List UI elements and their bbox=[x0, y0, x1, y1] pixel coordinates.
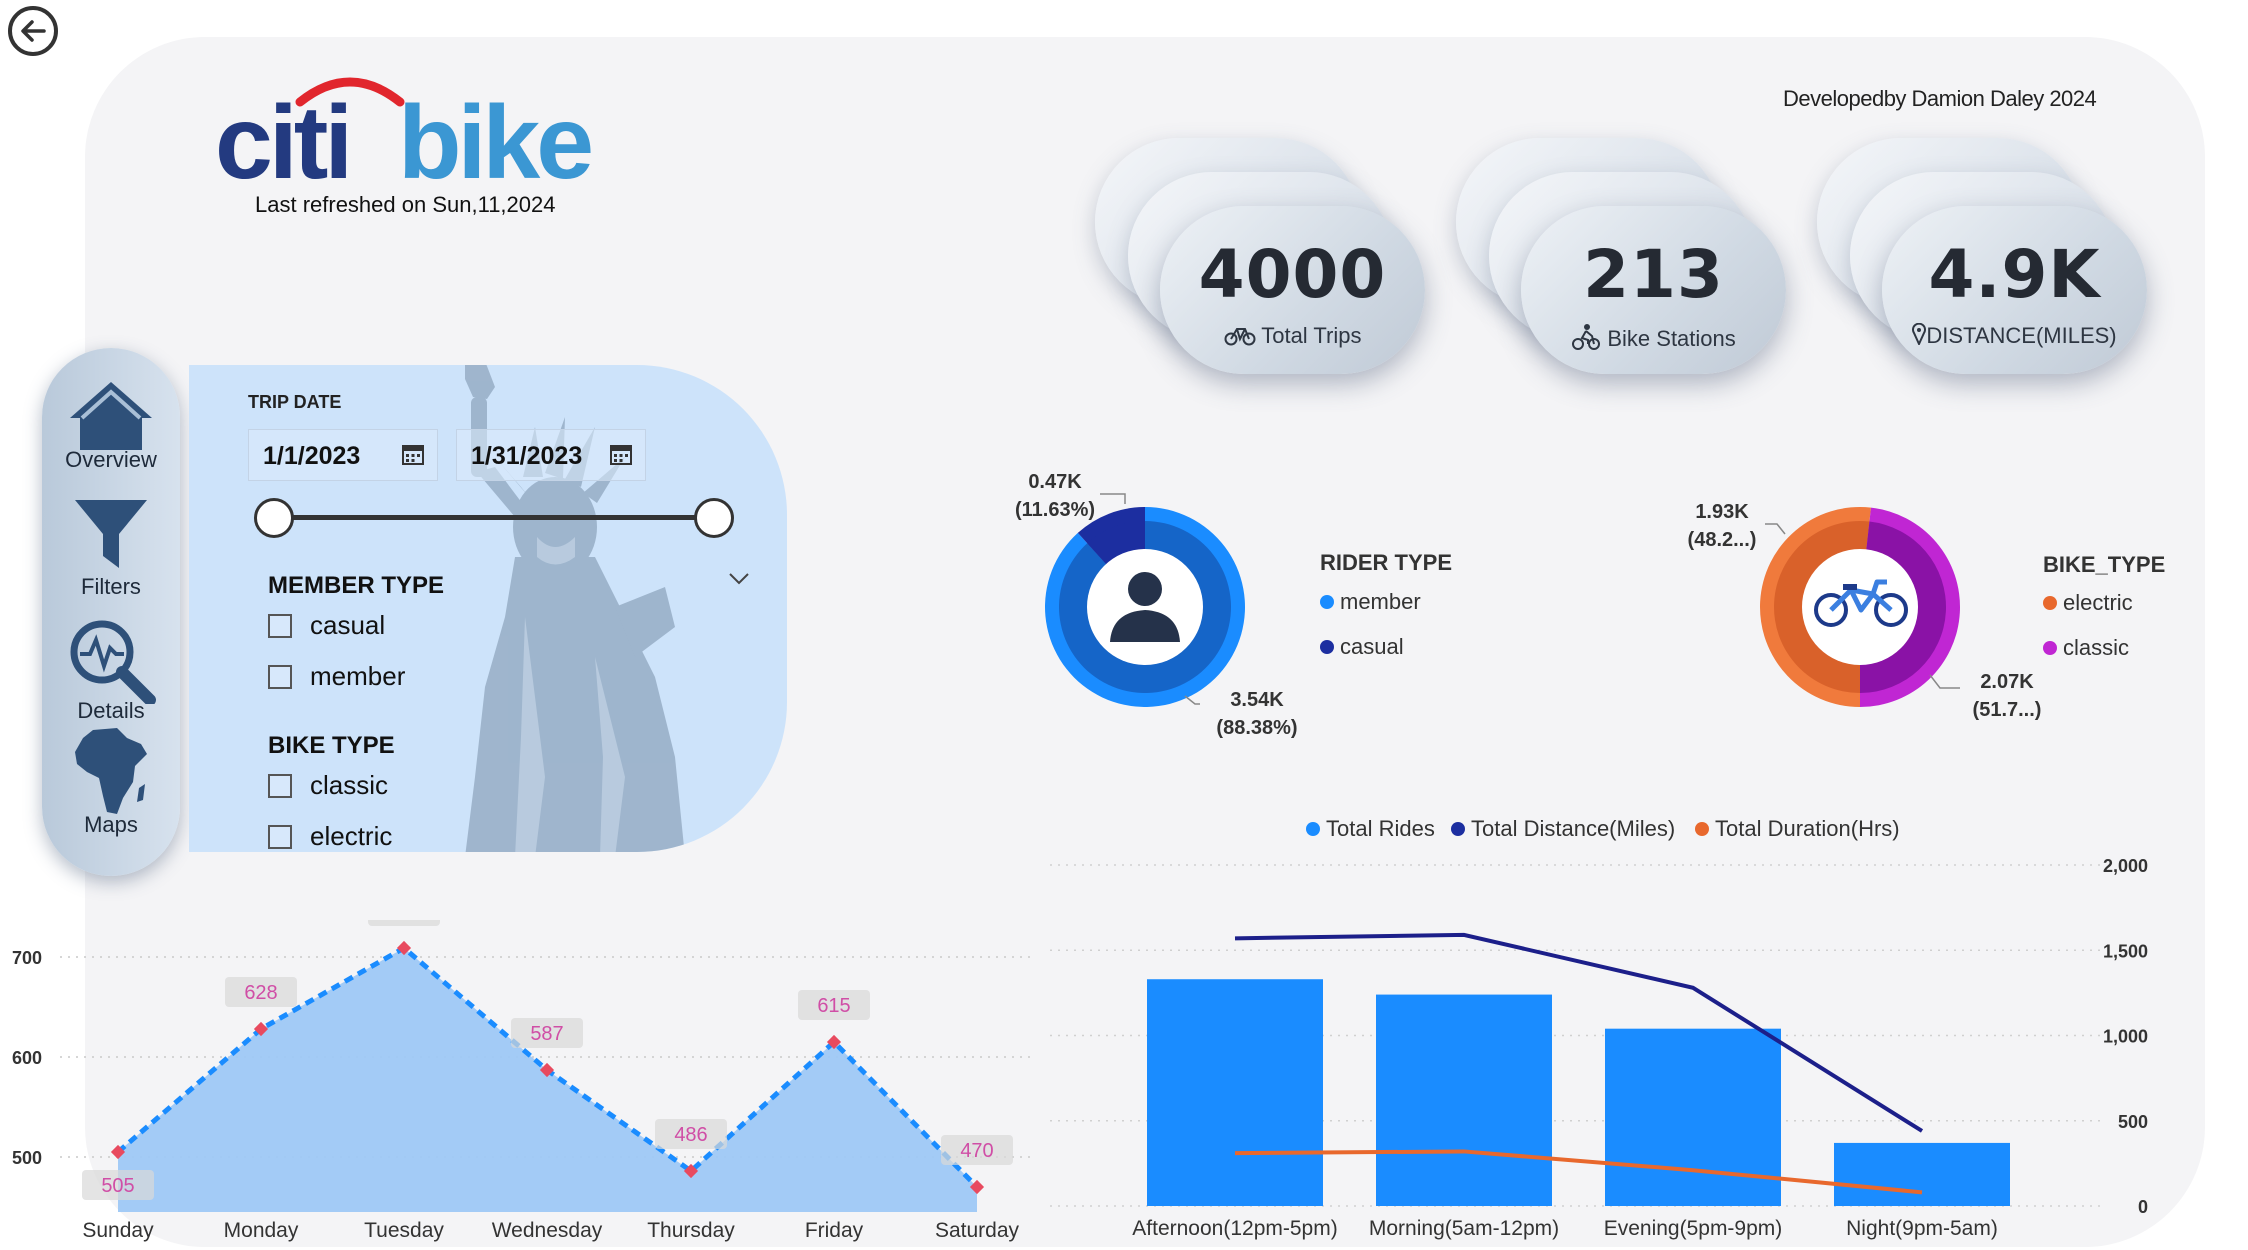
legend-total-rides[interactable]: Total Rides bbox=[1306, 816, 1435, 842]
kpi-bike-stations: 213 Bike Stations bbox=[1456, 138, 1786, 374]
bar-total-rides bbox=[1834, 1142, 2010, 1206]
calendar-icon[interactable] bbox=[401, 442, 425, 466]
data-label: 486 bbox=[674, 1124, 707, 1146]
date-range-slider-track[interactable] bbox=[275, 515, 715, 520]
checkbox[interactable] bbox=[268, 664, 292, 689]
y-tick-label: 1,500 bbox=[2103, 941, 2148, 961]
data-label: 470 bbox=[960, 1140, 993, 1162]
side-navigation: Overview Filters Details Maps bbox=[42, 348, 180, 876]
x-tick-label: Friday bbox=[805, 1219, 864, 1242]
developer-credit: Developedby Damion Daley 2024 bbox=[1783, 86, 2097, 111]
data-label: 505 bbox=[101, 1175, 134, 1197]
citibike-logo: citi bike bbox=[215, 70, 635, 201]
kpi-label: DISTANCE(MILES) bbox=[1926, 323, 2117, 348]
member-type-heading: MEMBER TYPE bbox=[268, 572, 445, 599]
start-date-input[interactable]: 1/1/2023 bbox=[248, 429, 438, 481]
funnel-icon bbox=[75, 500, 147, 568]
chevron-down-icon[interactable] bbox=[728, 572, 750, 586]
nav-details[interactable]: Details bbox=[42, 616, 180, 724]
bike-option-electric[interactable]: electric bbox=[268, 821, 392, 852]
cyclist-icon bbox=[1572, 324, 1601, 350]
nav-label: Details bbox=[77, 698, 145, 723]
logo-text-bike: bike bbox=[398, 85, 591, 190]
y-tick-label: 2,000 bbox=[2103, 856, 2148, 876]
date-slider-start-handle[interactable] bbox=[254, 498, 294, 538]
x-tick-label: Tuesday bbox=[364, 1219, 444, 1242]
legend-classic[interactable]: classic bbox=[2043, 635, 2129, 661]
nav-label: Filters bbox=[81, 574, 141, 599]
legend-member[interactable]: member bbox=[1320, 589, 1421, 615]
magnifier-pulse-icon bbox=[70, 620, 156, 706]
bicycle-icon bbox=[1224, 328, 1255, 346]
logo-text-citi: citi bbox=[215, 85, 349, 190]
nav-overview[interactable]: Overview bbox=[42, 378, 180, 473]
kpi-value: 4000 bbox=[1198, 236, 1387, 313]
home-icon bbox=[70, 382, 152, 450]
trips-by-weekday-chart[interactable]: 700 600 500 505 Sunday 628 Monday 709 Tuesday 587… bbox=[0, 920, 1050, 1250]
x-tick-label: Afternoon(12pm-5pm) bbox=[1132, 1217, 1337, 1240]
legend-electric[interactable]: electric bbox=[2043, 590, 2133, 616]
y-tick-label: 0 bbox=[2138, 1197, 2148, 1217]
y-tick-label: 600 bbox=[12, 1048, 42, 1068]
data-label: 628 bbox=[244, 982, 277, 1004]
checkbox[interactable] bbox=[268, 824, 292, 849]
legend-total-duration[interactable]: Total Duration(Hrs) bbox=[1695, 816, 1900, 842]
x-tick-label: Wednesday bbox=[492, 1219, 603, 1242]
last-refreshed-text: Last refreshed on Sun,11,2024 bbox=[255, 192, 556, 217]
y-tick-label: 1,000 bbox=[2103, 1027, 2148, 1047]
bar-total-rides bbox=[1147, 979, 1323, 1206]
arrow-left-icon bbox=[21, 20, 46, 42]
kpi-value: 213 bbox=[1583, 236, 1724, 313]
kpi-total-trips: 4000 Total Trips bbox=[1095, 138, 1425, 374]
bar-total-rides bbox=[1376, 994, 1552, 1206]
x-tick-label: Monday bbox=[224, 1219, 299, 1242]
trip-date-label: TRIP DATE bbox=[248, 392, 342, 412]
nav-maps[interactable]: Maps bbox=[42, 726, 180, 838]
member-option-member[interactable]: member bbox=[268, 661, 405, 692]
legend-total-distance[interactable]: Total Distance(Miles) bbox=[1451, 816, 1675, 842]
nav-label: Overview bbox=[65, 447, 157, 472]
x-tick-label: Sunday bbox=[82, 1219, 154, 1242]
bike-type-heading: BIKE TYPE bbox=[268, 732, 395, 759]
checkbox[interactable] bbox=[268, 773, 292, 798]
africa-map-icon bbox=[75, 728, 147, 814]
date-slider-end-handle[interactable] bbox=[694, 498, 734, 538]
x-tick-label: Evening(5pm-9pm) bbox=[1604, 1217, 1783, 1240]
kpi-distance: 4.9K DISTANCE(MILES) bbox=[1817, 138, 2147, 374]
time-of-day-combo-chart[interactable]: 2,000 1,500 1,000 500 0 Afternoon(12pm-5pm) Mo… bbox=[1050, 850, 2248, 1250]
x-tick-label: Night(9pm-5am) bbox=[1846, 1217, 1998, 1240]
line-total-duration bbox=[1234, 1149, 1923, 1195]
rider-type-title: RIDER TYPE bbox=[1320, 550, 1453, 575]
x-tick-label: Morning(5am-12pm) bbox=[1369, 1217, 1559, 1240]
data-label: 587 bbox=[530, 1023, 563, 1045]
y-tick-label: 700 bbox=[12, 948, 42, 968]
bike-leader-lines bbox=[1765, 523, 1960, 689]
y-tick-label: 500 bbox=[12, 1148, 42, 1168]
checkbox[interactable] bbox=[268, 613, 292, 638]
bar-total-rides bbox=[1605, 1028, 1781, 1206]
back-button[interactable] bbox=[8, 6, 58, 56]
line-total-distance bbox=[1234, 932, 1924, 1133]
bike-option-classic[interactable]: classic bbox=[268, 770, 388, 801]
kpi-value: 4.9K bbox=[1928, 236, 2101, 313]
x-tick-label: Saturday bbox=[935, 1219, 1020, 1242]
member-option-casual[interactable]: casual bbox=[268, 610, 385, 641]
y-tick-label: 500 bbox=[2118, 1112, 2148, 1132]
start-date-value: 1/1/2023 bbox=[263, 442, 361, 470]
map-pin-icon bbox=[1912, 322, 1927, 347]
legend-casual[interactable]: casual bbox=[1320, 634, 1404, 660]
x-tick-label: Thursday bbox=[647, 1219, 735, 1242]
data-label: 615 bbox=[817, 995, 850, 1017]
rider-leader-lines bbox=[1100, 493, 1200, 705]
kpi-label: Total Trips bbox=[1261, 323, 1362, 348]
end-date-value: 1/31/2023 bbox=[471, 442, 583, 470]
bike-type-title: BIKE_TYPE bbox=[2043, 552, 2166, 577]
nav-filters[interactable]: Filters bbox=[42, 496, 180, 600]
end-date-input[interactable]: 1/31/2023 bbox=[456, 429, 646, 481]
data-label: 709 bbox=[387, 920, 420, 923]
kpi-label: Bike Stations bbox=[1607, 326, 1736, 351]
nav-label: Maps bbox=[84, 812, 138, 837]
calendar-icon[interactable] bbox=[609, 442, 633, 466]
